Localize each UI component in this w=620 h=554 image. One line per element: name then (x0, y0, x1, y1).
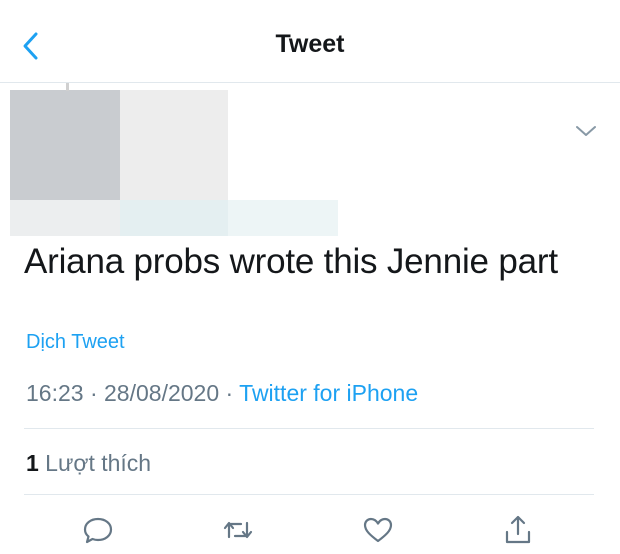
navigation-bar: Tweet (0, 0, 620, 83)
separator: · (219, 380, 240, 406)
retweet-button[interactable] (220, 512, 256, 548)
separator: · (83, 380, 105, 406)
redacted-name-block (120, 90, 228, 200)
page-title: Tweet (275, 30, 345, 58)
divider (24, 494, 594, 495)
share-button[interactable] (500, 512, 536, 548)
like-button[interactable] (360, 512, 396, 548)
more-options-button[interactable] (572, 120, 600, 142)
redacted-handle-block-3 (228, 200, 338, 236)
like-count-link[interactable]: 1 Lượt thích (26, 450, 151, 477)
reply-button[interactable] (80, 512, 116, 548)
retweet-icon (223, 521, 253, 539)
redacted-handle-block (10, 200, 120, 236)
tweet-time: 16:23 (26, 380, 84, 406)
tweet-text: Ariana probs wrote this Jennie part (24, 242, 558, 281)
share-icon (505, 515, 531, 544)
tweet-date: 28/08/2020 (104, 380, 220, 406)
heart-icon (363, 517, 393, 543)
redacted-handle-block-2 (120, 200, 228, 236)
redacted-avatar-block (10, 90, 120, 200)
translate-tweet-link[interactable]: Dịch Tweet (26, 331, 125, 354)
tweet-metadata: 16:23 · 28/08/2020 · Twitter for iPhone (26, 380, 418, 407)
like-label: Lượt thích (38, 450, 152, 476)
like-count: 1 (26, 450, 39, 476)
chevron-down-icon (576, 126, 596, 136)
tweet-source-link[interactable]: Twitter for iPhone (239, 380, 418, 406)
reply-icon (83, 517, 113, 544)
divider (24, 428, 594, 429)
divider-tick (66, 83, 69, 91)
